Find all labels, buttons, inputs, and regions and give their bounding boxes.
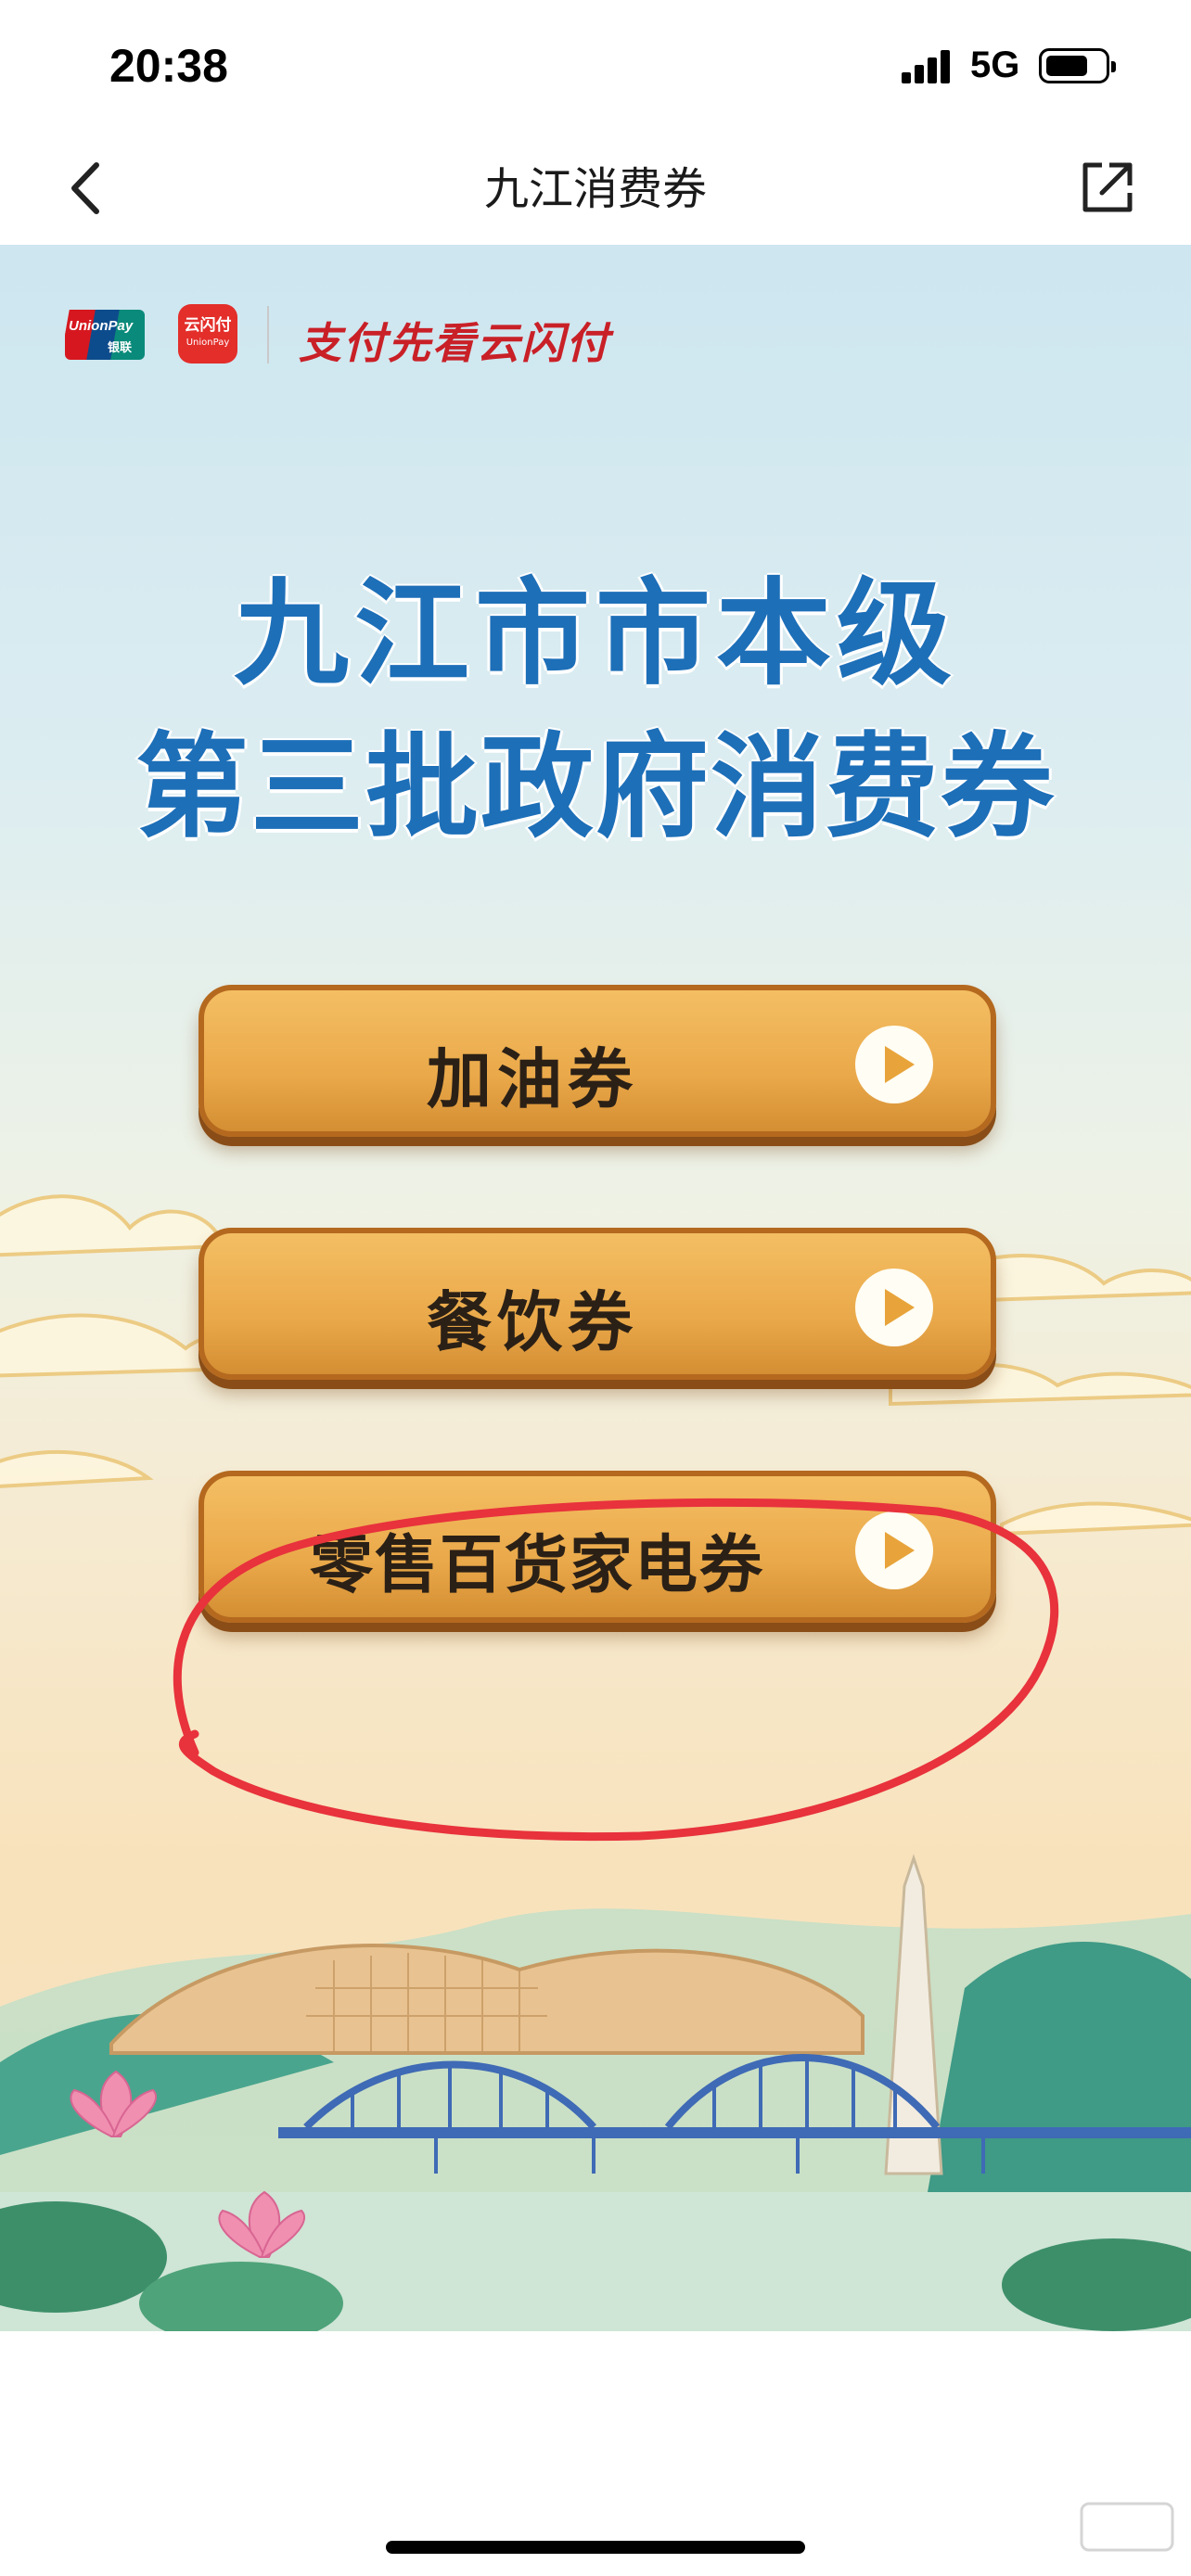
watermark-logo — [1080, 2502, 1174, 2552]
headline-line-1: 九江市市本级 — [233, 567, 957, 701]
home-indicator[interactable] — [386, 2541, 805, 2554]
share-icon — [1082, 162, 1133, 212]
campaign-banner: UnionPay 银联 云闪付 UnionPay 支付先看云闪付 九江市市本级 … — [0, 245, 1191, 2331]
yunshanfu-app-icon: 云闪付 UnionPay — [178, 304, 237, 363]
battery-icon — [1039, 48, 1116, 83]
signal-icon — [902, 50, 959, 83]
unionpay-logo-text: UnionPay — [69, 318, 134, 334]
status-bar: 20:38 5G — [0, 0, 1191, 130]
voucher-label: 加油券 — [427, 1040, 638, 1117]
logo-divider — [267, 306, 269, 363]
network-type: 5G — [970, 45, 1020, 85]
status-time: 20:38 — [109, 40, 228, 92]
red-circle-annotation — [173, 1498, 1059, 1842]
scenery-illustration — [0, 1854, 1191, 2331]
play-arrow-icon — [855, 1026, 933, 1103]
app-name: 云闪付 — [184, 316, 232, 335]
slogan: 支付先看云闪付 — [299, 318, 610, 368]
unionpay-logo: UnionPay 银联 — [65, 310, 145, 360]
play-arrow-icon — [855, 1269, 933, 1346]
navigation-bar: 九江消费券 — [0, 130, 1191, 245]
unionpay-logo-cn: 银联 — [108, 341, 133, 355]
voucher-button-fuel[interactable]: 加油券 — [198, 985, 996, 1137]
voucher-button-dining[interactable]: 餐饮券 — [198, 1228, 996, 1380]
app-name-en: UnionPay — [186, 338, 230, 348]
headline-line-2: 第三批政府消费券 — [135, 720, 1056, 853]
share-button[interactable] — [1074, 156, 1139, 221]
page-title: 九江消费券 — [483, 163, 707, 215]
voucher-label: 餐饮券 — [427, 1283, 638, 1360]
